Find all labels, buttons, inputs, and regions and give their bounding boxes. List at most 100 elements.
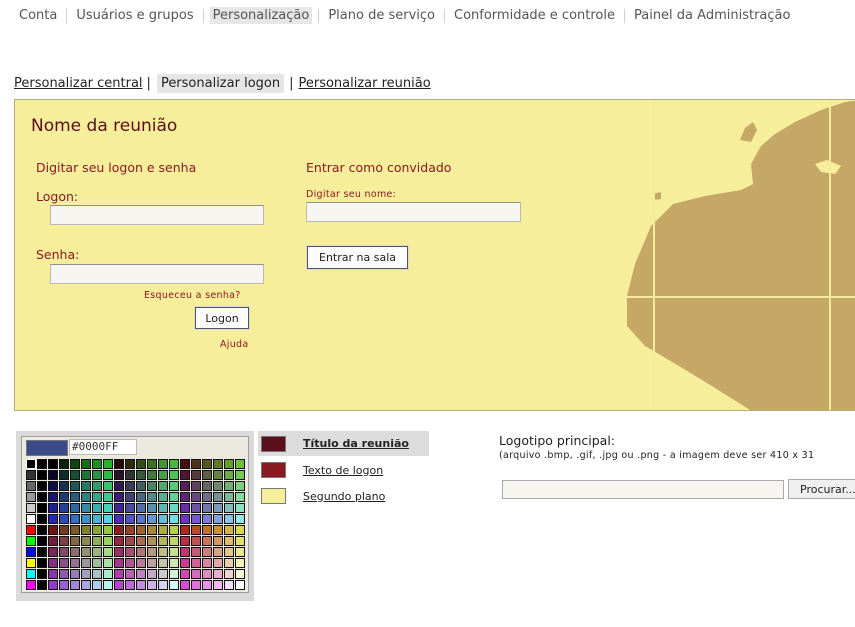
color-cell[interactable]	[191, 481, 201, 491]
color-cell[interactable]	[235, 503, 245, 513]
color-cell[interactable]	[81, 547, 91, 557]
color-cell[interactable]	[114, 503, 124, 513]
color-cell[interactable]	[125, 481, 135, 491]
color-cell[interactable]	[147, 514, 157, 524]
color-cell[interactable]	[81, 481, 91, 491]
color-cell[interactable]	[202, 525, 212, 535]
color-cell[interactable]	[92, 536, 102, 546]
color-cell[interactable]	[158, 569, 168, 579]
color-cell[interactable]	[235, 492, 245, 502]
hex-color-input[interactable]: #0000FF	[69, 439, 137, 455]
color-cell[interactable]	[235, 481, 245, 491]
color-cell[interactable]	[158, 580, 168, 590]
color-cell[interactable]	[59, 558, 69, 568]
color-cell[interactable]	[213, 470, 223, 480]
color-cell[interactable]	[92, 580, 102, 590]
color-cell[interactable]	[191, 492, 201, 502]
color-cell[interactable]	[213, 459, 223, 469]
color-cell[interactable]	[26, 569, 36, 579]
color-cell[interactable]	[70, 525, 80, 535]
color-cell[interactable]	[26, 536, 36, 546]
color-cell[interactable]	[235, 514, 245, 524]
color-cell[interactable]	[147, 569, 157, 579]
color-cell[interactable]	[37, 514, 47, 524]
color-cell[interactable]	[70, 514, 80, 524]
color-cell[interactable]	[59, 525, 69, 535]
color-cell[interactable]	[81, 470, 91, 480]
color-cell[interactable]	[37, 558, 47, 568]
color-cell[interactable]	[81, 536, 91, 546]
color-cell[interactable]	[48, 580, 58, 590]
color-cell[interactable]	[125, 547, 135, 557]
forgot-password-link[interactable]: Esqueceu a senha?	[144, 290, 241, 301]
color-cell[interactable]	[59, 580, 69, 590]
color-cell[interactable]	[81, 503, 91, 513]
color-grid[interactable]	[26, 459, 247, 591]
color-cell[interactable]	[70, 503, 80, 513]
color-cell[interactable]	[125, 580, 135, 590]
color-cell[interactable]	[191, 503, 201, 513]
color-cell[interactable]	[180, 481, 190, 491]
color-cell[interactable]	[147, 547, 157, 557]
color-cell[interactable]	[224, 514, 234, 524]
color-cell[interactable]	[180, 547, 190, 557]
color-cell[interactable]	[224, 525, 234, 535]
color-cell[interactable]	[136, 503, 146, 513]
color-cell[interactable]	[103, 459, 113, 469]
color-cell[interactable]	[103, 514, 113, 524]
color-cell[interactable]	[147, 492, 157, 502]
color-cell[interactable]	[169, 514, 179, 524]
color-cell[interactable]	[48, 459, 58, 469]
color-cell[interactable]	[103, 580, 113, 590]
color-cell[interactable]	[92, 481, 102, 491]
color-cell[interactable]	[92, 525, 102, 535]
color-cell[interactable]	[136, 569, 146, 579]
color-cell[interactable]	[26, 547, 36, 557]
color-cell[interactable]	[59, 536, 69, 546]
color-cell[interactable]	[169, 481, 179, 491]
color-cell[interactable]	[81, 492, 91, 502]
color-cell[interactable]	[158, 536, 168, 546]
nav-conta[interactable]: Conta	[10, 6, 66, 25]
color-cell[interactable]	[169, 492, 179, 502]
color-cell[interactable]	[169, 569, 179, 579]
color-cell[interactable]	[114, 514, 124, 524]
color-cell[interactable]	[26, 459, 36, 469]
color-cell[interactable]	[70, 547, 80, 557]
help-link[interactable]: Ajuda	[220, 339, 249, 350]
color-cell[interactable]	[26, 558, 36, 568]
color-cell[interactable]	[235, 536, 245, 546]
color-cell[interactable]	[213, 525, 223, 535]
color-cell[interactable]	[26, 580, 36, 590]
color-cell[interactable]	[136, 492, 146, 502]
color-cell[interactable]	[48, 525, 58, 535]
color-cell[interactable]	[169, 580, 179, 590]
color-cell[interactable]	[191, 525, 201, 535]
color-cell[interactable]	[180, 459, 190, 469]
color-cell[interactable]	[48, 558, 58, 568]
color-cell[interactable]	[103, 525, 113, 535]
color-cell[interactable]	[224, 503, 234, 513]
color-cell[interactable]	[81, 580, 91, 590]
color-cell[interactable]	[26, 525, 36, 535]
color-cell[interactable]	[224, 481, 234, 491]
color-cell[interactable]	[114, 492, 124, 502]
color-cell[interactable]	[180, 525, 190, 535]
color-cell[interactable]	[180, 514, 190, 524]
color-cell[interactable]	[191, 547, 201, 557]
color-cell[interactable]	[147, 525, 157, 535]
color-cell[interactable]	[114, 536, 124, 546]
color-cell[interactable]	[213, 481, 223, 491]
color-cell[interactable]	[136, 547, 146, 557]
nav-conformidade-e-controle[interactable]: Conformidade e controle	[445, 6, 624, 25]
color-cell[interactable]	[213, 503, 223, 513]
color-cell[interactable]	[70, 536, 80, 546]
color-cell[interactable]	[202, 470, 212, 480]
color-cell[interactable]	[92, 547, 102, 557]
color-cell[interactable]	[191, 558, 201, 568]
color-cell[interactable]	[92, 503, 102, 513]
color-cell[interactable]	[114, 525, 124, 535]
color-cell[interactable]	[169, 459, 179, 469]
browse-button[interactable]: Procurar...	[788, 479, 855, 499]
color-cell[interactable]	[180, 503, 190, 513]
